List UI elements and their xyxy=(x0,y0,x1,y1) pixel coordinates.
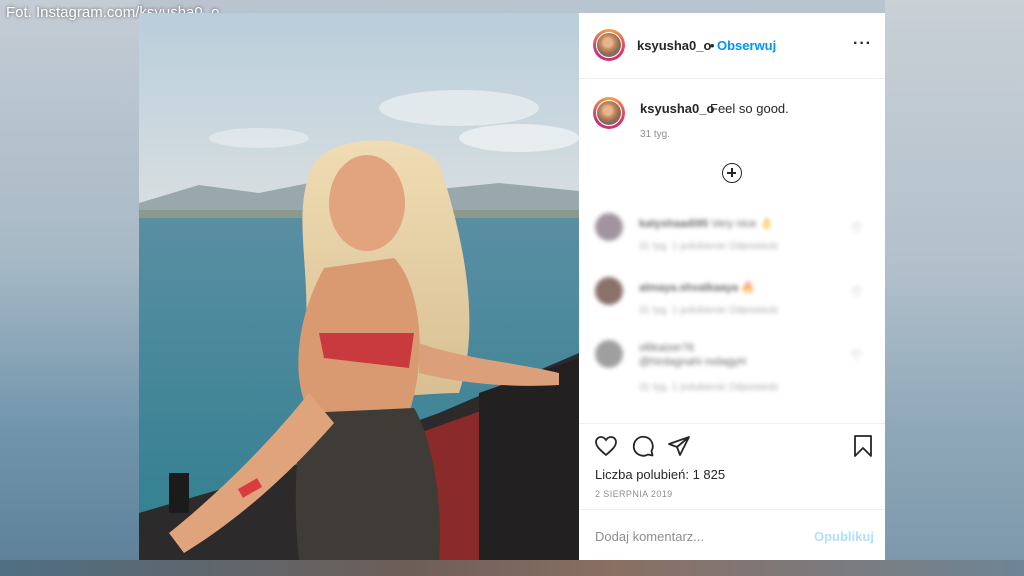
comment-meta: 31 tyg. 1 polubienie Odpowiedz xyxy=(639,305,779,316)
background-bottom xyxy=(0,560,1024,576)
comment-like-icon[interactable]: ♡ xyxy=(851,285,862,299)
comment-like-icon[interactable]: ♡ xyxy=(851,221,862,235)
comment-text: almaya.shvalkaaya 🔥 xyxy=(639,282,755,294)
comment-meta: 31 tyg. 1 polubienie Odpowiedz xyxy=(639,241,779,252)
follow-button[interactable]: Obserwuj xyxy=(717,38,776,53)
share-icon[interactable] xyxy=(667,434,691,458)
comment-input[interactable]: Dodaj komentarz... xyxy=(595,529,704,544)
list-item: almaya.shvalkaaya 🔥 31 tyg. 1 polubienie… xyxy=(579,277,885,337)
add-comment-bar: Dodaj komentarz... Opublikuj xyxy=(579,509,885,561)
background-right xyxy=(885,0,1024,576)
separator-dot: • xyxy=(710,38,715,53)
author-avatar[interactable] xyxy=(593,29,625,61)
author-username[interactable]: ksyusha0_o xyxy=(637,38,711,53)
likes-count[interactable]: Liczba polubień: 1 825 xyxy=(595,467,725,482)
caption-username[interactable]: ksyusha0_o xyxy=(640,101,714,116)
comment-icon[interactable] xyxy=(631,434,655,458)
avatar[interactable] xyxy=(595,213,623,241)
post-photo[interactable] xyxy=(139,13,579,560)
post-image xyxy=(139,13,579,560)
caption-text: Feel so good. xyxy=(710,101,789,116)
post-side-panel: ksyusha0_o • Obserwuj ··· ksyusha0_o Fee… xyxy=(579,13,885,560)
caption-time[interactable]: 31 tyg. xyxy=(640,129,670,140)
list-item: katyshaadi95 Very nice 👌 31 tyg. 1 polub… xyxy=(579,213,885,273)
bookmark-icon[interactable] xyxy=(851,434,875,458)
comment-text: @hirdagnahi rodagyH xyxy=(639,356,747,368)
comment-like-icon[interactable]: ♡ xyxy=(851,348,862,362)
list-item: ollikaizer76 @hirdagnahi rodagyH 31 tyg.… xyxy=(579,340,885,400)
heart-icon[interactable] xyxy=(594,434,618,458)
publish-button[interactable]: Opublikuj xyxy=(814,529,874,544)
comment-user: ollikaizer76 xyxy=(639,342,695,354)
plus-circle-icon[interactable] xyxy=(722,163,742,183)
comment-text: katyshaadi95 Very nice 👌 xyxy=(639,218,774,230)
more-options-icon[interactable]: ··· xyxy=(853,35,872,53)
avatar[interactable] xyxy=(595,340,623,368)
comment-meta: 31 tyg. 1 polubienie Odpowiedz xyxy=(639,382,779,393)
post-header: ksyusha0_o • Obserwuj ··· xyxy=(579,13,885,79)
post-date[interactable]: 2 SIERPNIA 2019 xyxy=(595,489,673,499)
avatar[interactable] xyxy=(595,277,623,305)
background-left xyxy=(0,0,139,576)
caption-avatar[interactable] xyxy=(593,97,625,129)
